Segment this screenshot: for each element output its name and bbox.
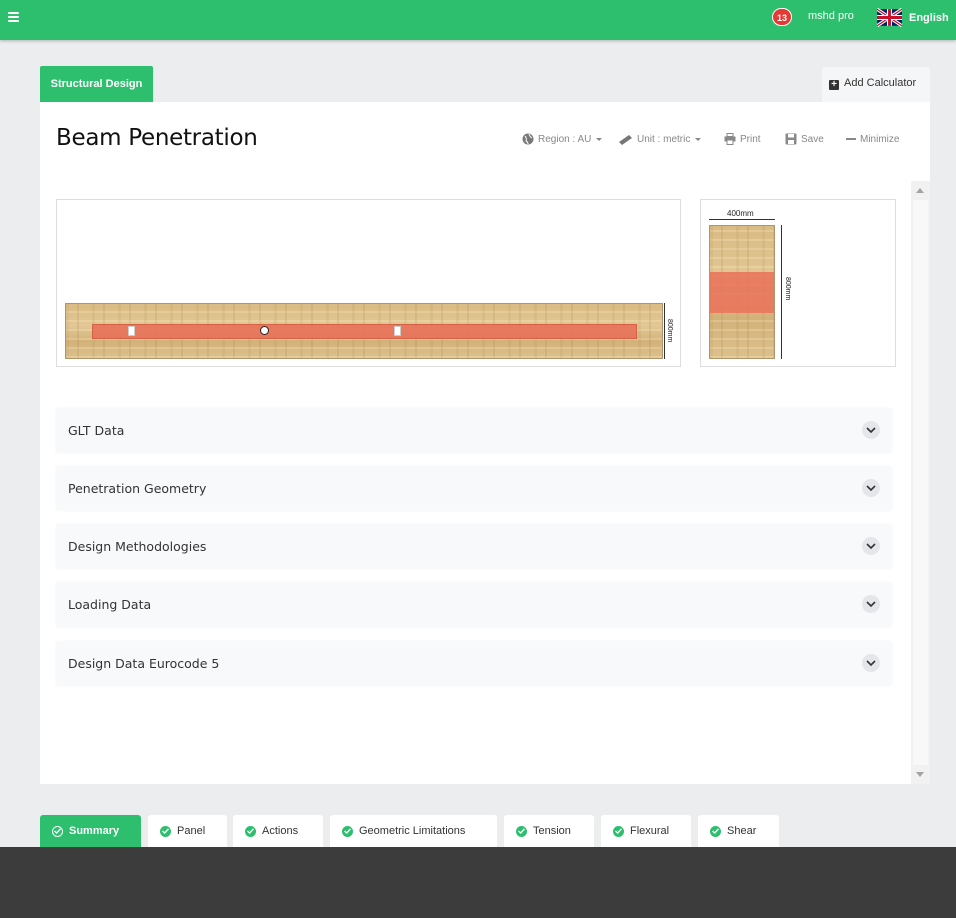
check-circle-icon (613, 825, 624, 837)
glt-section (709, 225, 775, 359)
calculator-card: Beam Penetration Region : AU Unit : metr… (40, 102, 930, 784)
region-dropdown[interactable]: Region : AU (522, 132, 603, 146)
unit-label: Unit : metric (637, 133, 691, 145)
unit-dropdown[interactable]: Unit : metric (618, 132, 702, 146)
region-label: Region : AU (538, 133, 592, 145)
section-penetration-zone (710, 272, 774, 313)
tab-panel[interactable]: Panel (148, 815, 227, 847)
top-navbar: 13 mshd pro English (0, 0, 956, 40)
language-selector[interactable]: English (909, 12, 949, 24)
accordion-design-data-eurocode-5[interactable]: Design Data Eurocode 5 (56, 641, 892, 686)
accordion-glt-data[interactable]: GLT Data (56, 408, 892, 453)
printer-icon (724, 133, 736, 145)
tab-label: Summary (69, 825, 120, 837)
minimize-label: Minimize (860, 133, 900, 145)
tab-summary[interactable]: Summary (40, 815, 141, 847)
glt-beam (65, 303, 663, 359)
check-circle-icon (710, 825, 721, 837)
tab-label: Shear (727, 825, 757, 837)
tab-geometric-limitations[interactable]: Geometric Limitations (330, 815, 497, 847)
section-depth-line (781, 225, 782, 359)
accordion-label: GLT Data (68, 423, 125, 438)
add-calculator-button[interactable]: + Add Calculator (822, 67, 930, 102)
accordion-design-methodologies[interactable]: Design Methodologies (56, 524, 892, 569)
check-circle-icon (342, 825, 353, 837)
save-label: Save (801, 133, 824, 145)
tab-flexural[interactable]: Flexural (601, 815, 691, 847)
footer-bar (0, 847, 956, 918)
floppy-disk-icon (785, 133, 797, 145)
plus-icon: + (829, 80, 839, 90)
chevron-down-icon[interactable] (862, 479, 880, 497)
chevron-down-icon[interactable] (862, 595, 880, 613)
tab-label: Geometric Limitations (359, 825, 466, 837)
vertical-scrollbar[interactable] (911, 181, 930, 784)
accordion-penetration-geometry[interactable]: Penetration Geometry (56, 466, 892, 511)
penetration-zone (92, 324, 637, 339)
tab-label: Actions (262, 825, 299, 837)
penetration-square-left (128, 326, 135, 336)
tab-label: Flexural (630, 825, 670, 837)
beam-section-diagram: 400mm 800mm (700, 199, 896, 367)
add-calculator-label: Add Calculator (844, 77, 917, 89)
save-button[interactable]: Save (785, 132, 824, 146)
width-dimension-line (709, 219, 775, 220)
user-name[interactable]: mshd pro (808, 10, 854, 22)
tab-actions[interactable]: Actions (233, 815, 323, 847)
tab-structural-design[interactable]: Structural Design (40, 66, 153, 102)
beam-elevation-diagram: 800mm (56, 199, 681, 367)
chevron-down-icon[interactable] (862, 537, 880, 555)
accordion-label: Design Data Eurocode 5 (68, 656, 220, 671)
tab-shear[interactable]: Shear (698, 815, 779, 847)
depth-dimension-line (664, 303, 665, 359)
accordion-label: Penetration Geometry (68, 481, 207, 496)
notification-badge[interactable]: 13 (772, 8, 792, 26)
page-title: Beam Penetration (56, 125, 258, 151)
chevron-down-icon[interactable] (862, 421, 880, 439)
section-width-label: 400mm (727, 209, 754, 218)
scroll-down-arrow-icon[interactable] (916, 772, 924, 777)
beam-depth-label: 800mm (666, 319, 673, 343)
check-circle-icon (52, 825, 63, 837)
accordion-label: Design Methodologies (68, 539, 207, 554)
globe-icon (522, 133, 534, 145)
check-circle-icon (160, 825, 171, 837)
scrollbar-thumb[interactable] (913, 200, 928, 765)
print-label: Print (740, 133, 761, 145)
section-depth-label: 800mm (784, 277, 791, 301)
chevron-down-icon[interactable] (862, 654, 880, 672)
tab-label: Tension (533, 825, 571, 837)
menu-icon[interactable] (8, 12, 19, 22)
scroll-up-arrow-icon[interactable] (916, 188, 924, 193)
tab-label: Panel (177, 825, 206, 837)
check-circle-icon (516, 825, 527, 837)
uk-flag-icon[interactable] (877, 8, 902, 27)
penetration-circle (260, 326, 269, 335)
check-circle-icon (245, 825, 256, 837)
accordion-loading-data[interactable]: Loading Data (56, 582, 892, 627)
minimize-button[interactable]: Minimize (846, 132, 899, 146)
ruler-icon (619, 135, 632, 145)
penetration-square-right (394, 326, 401, 336)
minus-icon (846, 138, 856, 140)
tab-tension[interactable]: Tension (504, 815, 594, 847)
accordion-label: Loading Data (68, 597, 152, 612)
print-button[interactable]: Print (724, 132, 761, 146)
